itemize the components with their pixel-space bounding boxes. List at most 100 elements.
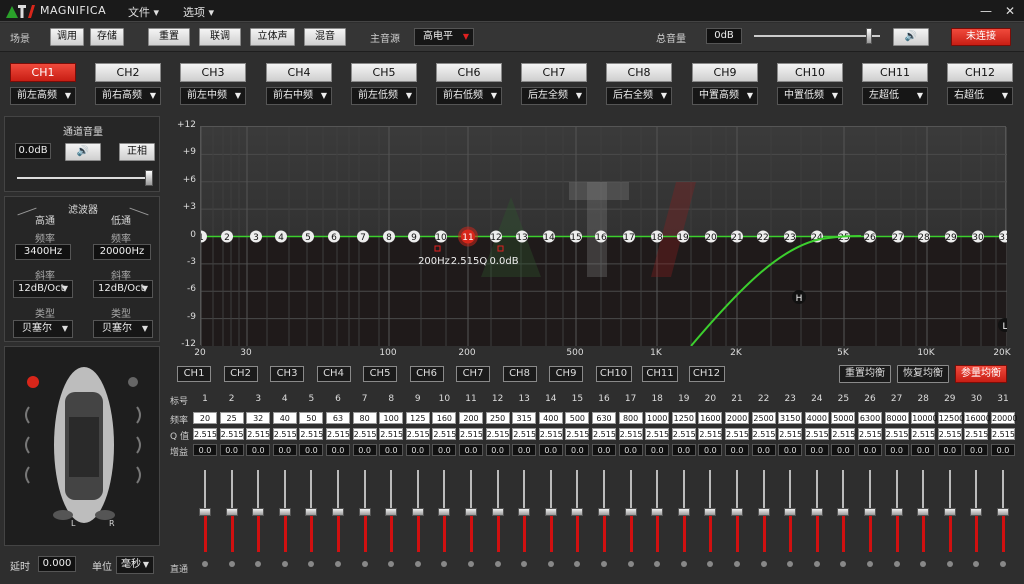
channel-link-8[interactable]: CH8 — [502, 366, 537, 382]
band-freq-cell[interactable]: 1000 — [645, 412, 670, 424]
band-q-cell[interactable]: 2.515 — [219, 428, 244, 440]
band-q-cell[interactable]: 2.515 — [592, 428, 616, 440]
channel-position-select-1[interactable]: 前左高频 ▼ — [10, 87, 76, 105]
band-q-cell[interactable]: 2.515 — [326, 428, 350, 440]
band-q-cell[interactable]: 2.515 — [884, 428, 909, 440]
channel-link-10[interactable]: CH10 — [595, 366, 632, 382]
band-gain-cell[interactable]: 0.0 — [379, 444, 404, 456]
band-freq-cell[interactable]: 1600 — [698, 412, 723, 424]
restore-eq-button[interactable]: 恢复均衡 — [897, 365, 949, 383]
bypass-toggle[interactable] — [654, 561, 661, 567]
recall-button[interactable]: 调用 — [50, 28, 84, 46]
bypass-toggle[interactable] — [707, 561, 714, 567]
band-gain-cell[interactable]: 0.0 — [698, 444, 723, 456]
slider-knob[interactable] — [225, 508, 238, 516]
channel-link-9[interactable]: CH9 — [549, 366, 583, 382]
band-freq-cell[interactable]: 80 — [352, 412, 377, 424]
bypass-toggle[interactable] — [760, 561, 767, 567]
channel-position-select-9[interactable]: 中置高频 ▼ — [692, 87, 758, 105]
delay-unit-select[interactable]: 毫秒 ▼ — [116, 556, 154, 574]
band-gain-slider[interactable] — [544, 470, 557, 552]
menu-file[interactable]: 文件 ▾ — [128, 4, 159, 20]
band-gain-cell[interactable]: 0.0 — [193, 444, 217, 456]
stereo-button[interactable]: 立体声 — [250, 28, 295, 46]
band-gain-cell[interactable]: 0.0 — [405, 444, 430, 456]
channel-button-12[interactable]: CH12 — [947, 63, 1013, 82]
band-gain-slider[interactable] — [199, 470, 211, 552]
bypass-toggle[interactable] — [973, 561, 980, 567]
band-freq-cell[interactable]: 40 — [272, 412, 297, 424]
band-freq-cell[interactable]: 500 — [565, 412, 590, 424]
band-gain-slider[interactable] — [784, 470, 797, 552]
slider-knob[interactable] — [890, 508, 903, 516]
bypass-toggle[interactable] — [627, 561, 634, 567]
bypass-toggle[interactable] — [1000, 561, 1006, 567]
band-gain-slider[interactable] — [943, 470, 956, 552]
band-freq-cell[interactable]: 315 — [512, 412, 537, 424]
band-q-cell[interactable]: 2.515 — [751, 428, 776, 440]
channel-position-select-10[interactable]: 中置低频 ▼ — [777, 87, 843, 105]
channel-link-11[interactable]: CH11 — [642, 366, 678, 382]
band-gain-cell[interactable]: 0.0 — [831, 444, 856, 456]
channel-volume-slider[interactable] — [17, 177, 153, 179]
bypass-toggle[interactable] — [441, 561, 448, 567]
channel-link-12[interactable]: CH12 — [688, 366, 725, 382]
band-gain-cell[interactable]: 0.0 — [272, 444, 297, 456]
band-gain-slider[interactable] — [864, 470, 876, 552]
bypass-toggle[interactable] — [521, 561, 528, 567]
slider-knob[interactable] — [411, 508, 424, 516]
band-gain-cell[interactable]: 0.0 — [911, 444, 936, 456]
band-gain-cell[interactable]: 0.0 — [991, 444, 1015, 456]
bypass-toggle[interactable] — [281, 561, 288, 567]
eq-graph[interactable]: 1234567891011121314151617181920212223242… — [200, 126, 1007, 346]
band-freq-cell[interactable]: 6300 — [858, 412, 882, 424]
band-freq-cell[interactable]: 32 — [246, 412, 271, 424]
channel-button-8[interactable]: CH8 — [606, 63, 672, 82]
band-q-cell[interactable]: 2.515 — [193, 428, 217, 440]
band-gain-cell[interactable]: 0.0 — [485, 444, 510, 456]
band-gain-cell[interactable]: 0.0 — [326, 444, 350, 456]
band-q-cell[interactable]: 2.515 — [299, 428, 324, 440]
band-gain-cell[interactable]: 0.0 — [459, 444, 483, 456]
band-gain-cell[interactable]: 0.0 — [884, 444, 909, 456]
band-gain-cell[interactable]: 0.0 — [592, 444, 616, 456]
channel-button-6[interactable]: CH6 — [436, 63, 502, 82]
channel-button-2[interactable]: CH2 — [95, 63, 161, 82]
channel-link-1[interactable]: CH1 — [177, 366, 211, 382]
minimize-button[interactable]: — — [976, 2, 996, 20]
band-gain-cell[interactable]: 0.0 — [964, 444, 989, 456]
band-gain-slider[interactable] — [757, 470, 770, 552]
band-gain-slider[interactable] — [837, 470, 850, 552]
channel-button-3[interactable]: CH3 — [180, 63, 246, 82]
channel-button-10[interactable]: CH10 — [777, 63, 843, 82]
bypass-toggle[interactable] — [787, 561, 794, 567]
channel-link-6[interactable]: CH6 — [409, 366, 444, 382]
channel-link-7[interactable]: CH7 — [456, 366, 490, 382]
band-q-cell[interactable]: 2.515 — [804, 428, 829, 440]
band-q-cell[interactable]: 2.515 — [645, 428, 670, 440]
eq-graph-canvas[interactable]: 1234567891011121314151617181920212223242… — [201, 127, 1007, 346]
channel-position-select-4[interactable]: 前右中频 ▼ — [266, 87, 332, 105]
band-gain-cell[interactable]: 0.0 — [751, 444, 776, 456]
slider-knob[interactable] — [677, 508, 690, 516]
slider-knob[interactable] — [917, 508, 930, 516]
band-q-cell[interactable]: 2.515 — [246, 428, 271, 440]
band-gain-slider[interactable] — [598, 470, 610, 552]
bypass-toggle[interactable] — [840, 561, 847, 567]
band-q-cell[interactable]: 2.515 — [618, 428, 643, 440]
slider-knob[interactable] — [624, 508, 637, 516]
highpass-slope-select[interactable]: 12dB/Oct ▼ — [13, 280, 73, 298]
band-q-cell[interactable]: 2.515 — [538, 428, 563, 440]
channel-volume-knob[interactable] — [145, 170, 153, 186]
bypass-toggle[interactable] — [893, 561, 900, 567]
band-freq-cell[interactable]: 16000 — [964, 412, 991, 424]
channel-position-select-2[interactable]: 前右高频 ▼ — [95, 87, 161, 105]
highpass-type-select[interactable]: 贝塞尔 ▼ — [13, 320, 73, 338]
channel-position-select-12[interactable]: 右超低 ▼ — [947, 87, 1013, 105]
parametric-eq-button[interactable]: 参量均衡 — [955, 365, 1007, 383]
slider-knob[interactable] — [199, 508, 211, 516]
band-gain-cell[interactable]: 0.0 — [219, 444, 244, 456]
band-freq-cell[interactable]: 125 — [405, 412, 430, 424]
band-gain-cell[interactable]: 0.0 — [565, 444, 590, 456]
bypass-toggle[interactable] — [388, 561, 395, 567]
